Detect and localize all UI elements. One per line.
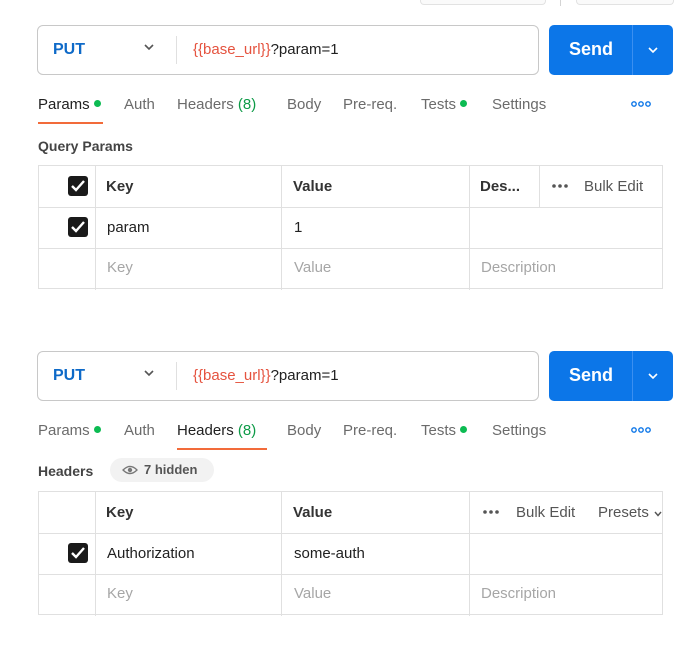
new-value-input[interactable]: Value [294, 585, 331, 602]
new-key-input[interactable]: Key [107, 585, 133, 602]
url-input[interactable]: {{base_url}}?param=1 [193, 41, 339, 58]
column-divider [95, 492, 96, 616]
url-input[interactable]: {{base_url}}?param=1 [193, 367, 339, 384]
url-query: ?param=1 [270, 41, 339, 58]
tab-params[interactable]: Params [38, 96, 101, 113]
send-label: Send [569, 39, 614, 59]
checkmark-icon [71, 221, 85, 233]
section-title: Headers [38, 463, 94, 479]
url-query: ?param=1 [270, 367, 339, 384]
tab-body[interactable]: Body [287, 96, 321, 113]
method-select[interactable]: PUT [53, 367, 85, 385]
ellipsis-icon[interactable] [483, 509, 499, 515]
param-value-cell[interactable]: 1 [294, 219, 302, 236]
column-divider [281, 492, 282, 616]
row-divider [39, 248, 662, 249]
send-divider [632, 351, 633, 401]
send-button[interactable]: Send [549, 351, 673, 401]
status-dot [93, 100, 101, 107]
tab-tests[interactable]: Tests [421, 96, 468, 113]
row-divider [39, 574, 662, 575]
request-tabs: Params Auth Headers (8) Body Pre-req. Te… [0, 422, 686, 452]
chevron-down-icon[interactable] [142, 40, 156, 54]
bulk-edit-button[interactable]: Bulk Edit [516, 504, 575, 521]
tab-pre-request[interactable]: Pre-req. [343, 96, 397, 113]
chevron-down-icon[interactable] [646, 43, 660, 57]
column-divider [469, 492, 470, 616]
hidden-count: 7 hidden [144, 462, 198, 477]
status-dot [460, 100, 468, 107]
more-horizontal-icon[interactable] [631, 426, 651, 434]
column-header-value: Value [293, 504, 333, 521]
send-label: Send [569, 365, 614, 385]
chevron-down-icon[interactable] [653, 509, 663, 519]
param-key-cell[interactable]: param [107, 219, 150, 236]
row-divider [39, 207, 662, 208]
new-value-input[interactable]: Value [294, 259, 331, 276]
send-divider [632, 25, 633, 75]
tab-pre-request[interactable]: Pre-req. [343, 422, 397, 439]
top-toolbar-stub [576, 0, 674, 5]
request-url-bar: PUT {{base_url}}?param=1 [37, 25, 539, 75]
status-dot [93, 426, 101, 433]
bulk-edit-button[interactable]: Bulk Edit [584, 178, 643, 195]
url-divider [176, 36, 177, 64]
tab-tests[interactable]: Tests [421, 422, 468, 439]
tab-body[interactable]: Body [287, 422, 321, 439]
tab-auth[interactable]: Auth [124, 422, 155, 439]
row-checkbox[interactable] [68, 543, 88, 563]
column-header-description: Des... [480, 178, 521, 195]
method-select[interactable]: PUT [53, 41, 85, 59]
row-divider [39, 533, 662, 534]
column-divider [469, 166, 470, 290]
new-description-input[interactable]: Description [481, 259, 556, 276]
status-dot [460, 426, 468, 433]
tab-params[interactable]: Params [38, 422, 101, 439]
column-divider [281, 166, 282, 290]
request-tabs: Params Auth Headers (8) Body Pre-req. Te… [0, 96, 686, 126]
row-checkbox[interactable] [68, 217, 88, 237]
chevron-down-icon[interactable] [142, 366, 156, 380]
checkmark-icon [71, 180, 85, 192]
column-header-value: Value [293, 178, 333, 195]
url-divider [176, 362, 177, 390]
presets-dropdown[interactable]: Presets [598, 504, 649, 521]
section-title: Query Params [38, 138, 133, 154]
url-variable: {{base_url}} [193, 367, 271, 384]
headers-table: Key Value Bulk Edit Presets Authorizatio… [38, 491, 663, 616]
tab-settings[interactable]: Settings [492, 422, 546, 439]
new-key-input[interactable]: Key [107, 259, 133, 276]
tab-headers[interactable]: Headers (8) [177, 96, 256, 113]
header-value-cell[interactable]: some-auth [294, 545, 365, 562]
column-header-key: Key [106, 178, 134, 195]
request-url-bar: PUT {{base_url}}?param=1 [37, 351, 539, 401]
active-tab-indicator [38, 122, 103, 124]
eye-icon [122, 465, 138, 475]
top-toolbar-stub [420, 0, 546, 5]
send-button[interactable]: Send [549, 25, 673, 75]
query-params-table: Key Value Des... Bulk Edit param 1 Key V… [38, 165, 663, 290]
more-horizontal-icon[interactable] [631, 100, 651, 108]
column-divider [539, 166, 540, 207]
tab-headers[interactable]: Headers (8) [177, 422, 256, 439]
top-toolbar-divider [560, 0, 561, 6]
active-tab-indicator [177, 448, 267, 450]
chevron-down-icon[interactable] [646, 369, 660, 383]
ellipsis-icon[interactable] [552, 183, 568, 189]
url-variable: {{base_url}} [193, 41, 271, 58]
new-description-input[interactable]: Description [481, 585, 556, 602]
column-header-key: Key [106, 504, 134, 521]
tab-settings[interactable]: Settings [492, 96, 546, 113]
hidden-headers-toggle[interactable]: 7 hidden [110, 458, 214, 482]
tab-auth[interactable]: Auth [124, 96, 155, 113]
checkmark-icon [71, 547, 85, 559]
header-key-cell[interactable]: Authorization [107, 545, 195, 562]
column-divider [95, 166, 96, 290]
select-all-checkbox[interactable] [68, 176, 88, 196]
